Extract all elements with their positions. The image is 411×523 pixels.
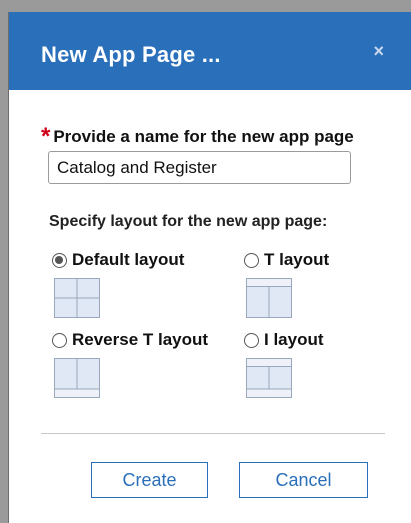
option-default-layout[interactable]: Default layout bbox=[52, 250, 184, 270]
screen-background: New App Page ... × * Provide a name for … bbox=[0, 0, 411, 523]
option-label: Default layout bbox=[72, 250, 185, 269]
layout-heading: Specify layout for the new app page: bbox=[49, 213, 328, 230]
app-page-name-input[interactable] bbox=[48, 151, 351, 184]
option-label: Reverse T layout bbox=[72, 330, 209, 349]
option-reverse-t-layout[interactable]: Reverse T layout bbox=[52, 330, 208, 350]
radio-reverse-t-layout[interactable] bbox=[52, 332, 67, 348]
radio-t-layout[interactable] bbox=[244, 252, 259, 268]
close-icon[interactable]: × bbox=[373, 41, 384, 62]
option-label: I layout bbox=[264, 330, 324, 349]
create-button[interactable]: Create bbox=[91, 462, 208, 498]
new-app-page-dialog: New App Page ... × * Provide a name for … bbox=[8, 12, 411, 523]
default-layout-icon bbox=[54, 278, 100, 318]
option-label: T layout bbox=[264, 250, 330, 269]
option-i-layout[interactable]: I layout bbox=[244, 330, 324, 350]
reverse-t-layout-icon bbox=[54, 358, 100, 398]
dialog-title: New App Page ... bbox=[41, 42, 221, 67]
cancel-button[interactable]: Cancel bbox=[239, 462, 368, 498]
option-t-layout[interactable]: T layout bbox=[244, 250, 329, 270]
radio-default-layout[interactable] bbox=[52, 252, 67, 268]
name-label: Provide a name for the new app page bbox=[53, 127, 354, 146]
required-mark: * bbox=[41, 123, 51, 150]
dialog-titlebar: New App Page ... × bbox=[9, 12, 411, 90]
name-label-row: * Provide a name for the new app page bbox=[41, 123, 354, 150]
t-layout-icon bbox=[246, 278, 292, 318]
footer-divider bbox=[41, 433, 385, 434]
radio-i-layout[interactable] bbox=[244, 332, 259, 348]
i-layout-icon bbox=[246, 358, 292, 398]
